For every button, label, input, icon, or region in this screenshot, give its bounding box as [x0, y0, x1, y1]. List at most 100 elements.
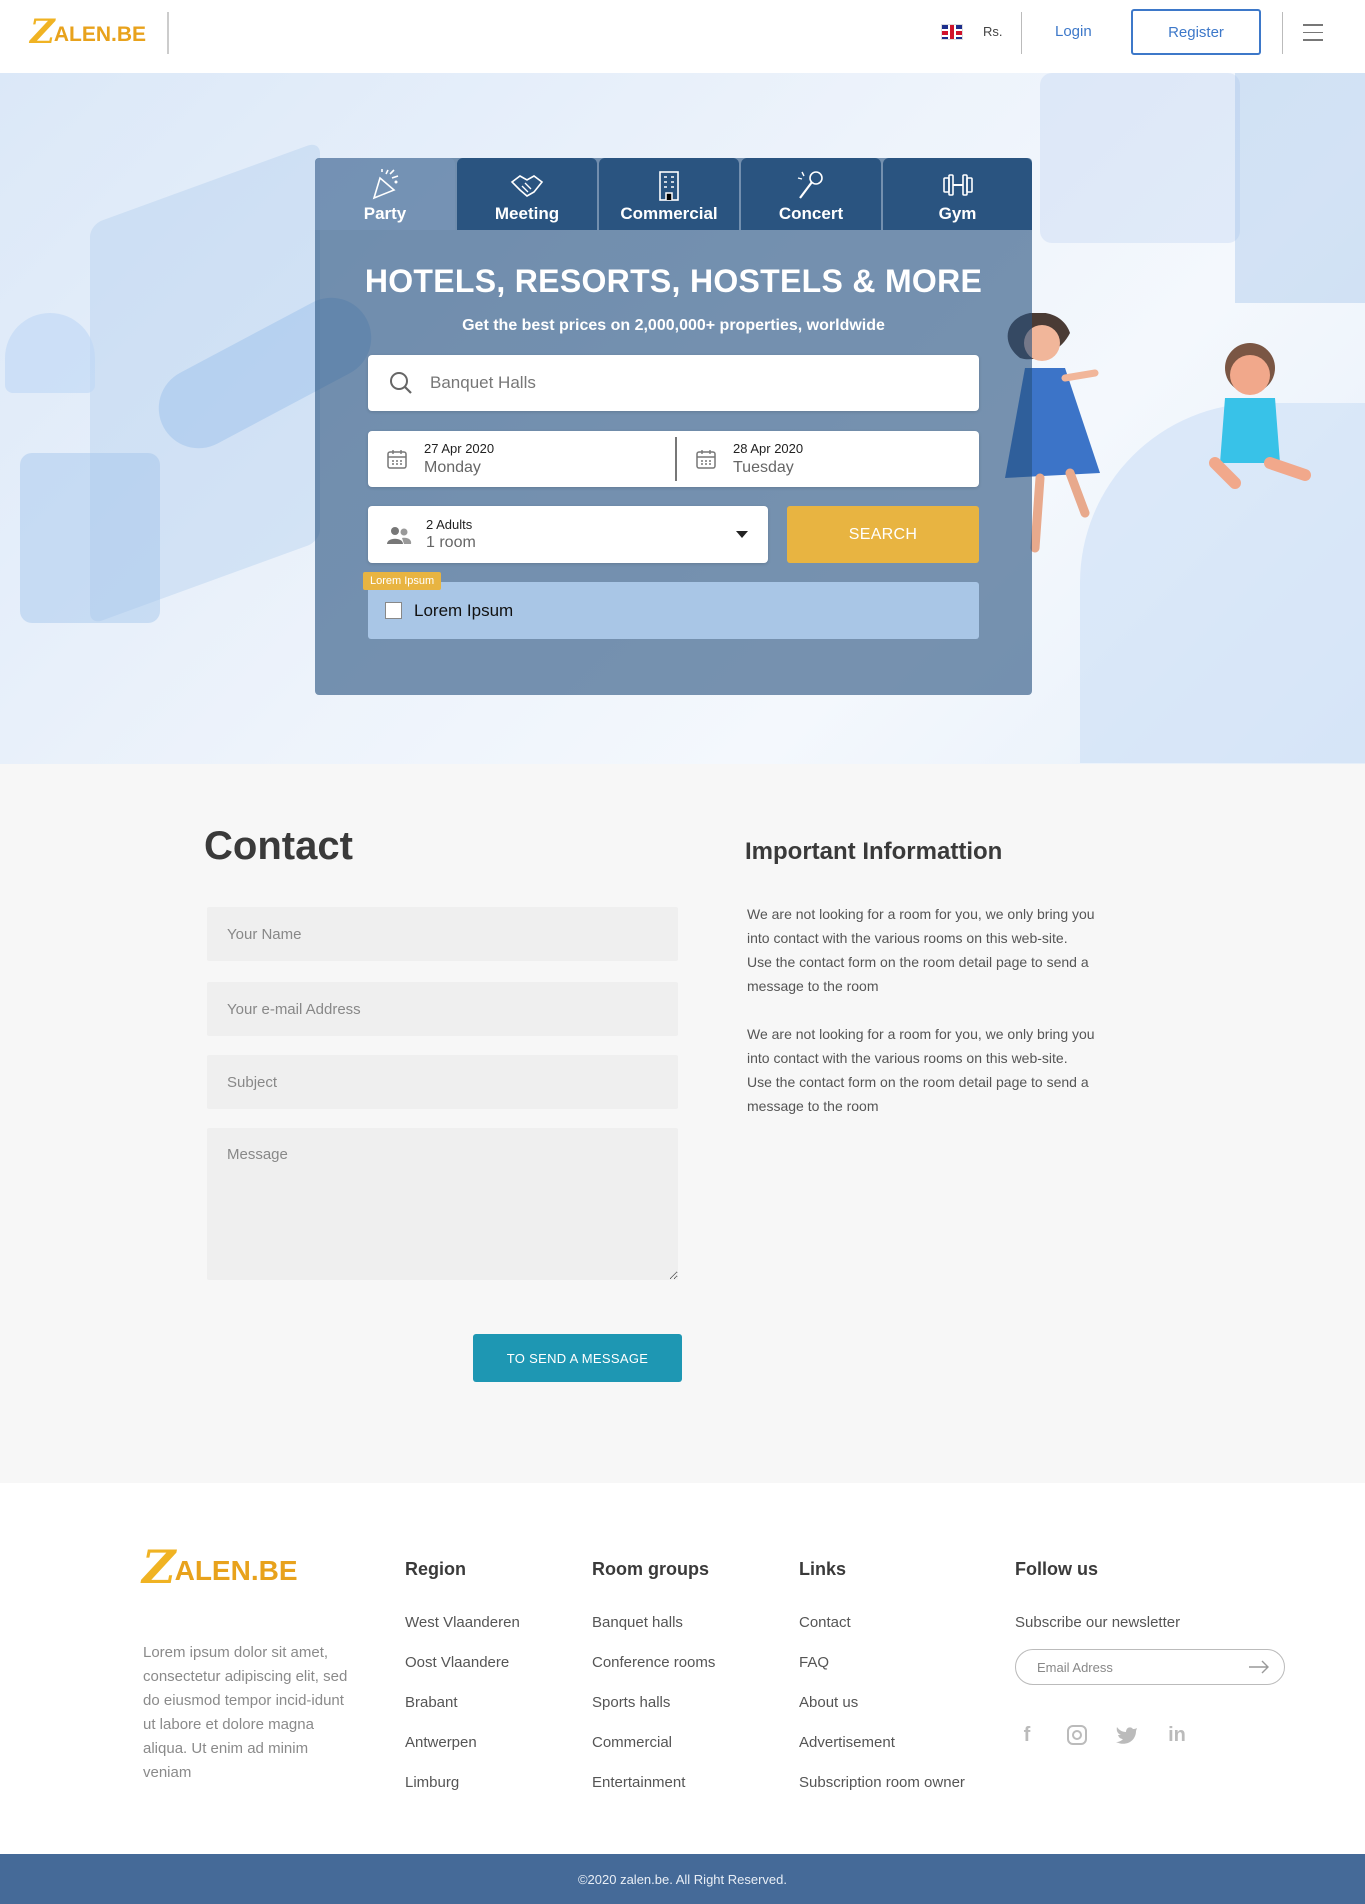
- search-field[interactable]: [368, 355, 979, 411]
- hero-subtitle: Get the best prices on 2,000,000+ proper…: [462, 317, 885, 334]
- contact-title: Contact: [204, 824, 353, 868]
- dumbbell-icon: [942, 174, 973, 196]
- handshake-icon: [510, 175, 544, 197]
- footer-link[interactable]: Limburg: [405, 1774, 520, 1794]
- party-popper-icon: [372, 169, 399, 200]
- facebook-icon[interactable]: f: [1015, 1723, 1039, 1747]
- uk-flag-icon[interactable]: [941, 24, 963, 40]
- footer-column-title: Links: [799, 1559, 847, 1579]
- checkout-date[interactable]: 28 Apr 2020 Tuesday: [675, 437, 979, 481]
- lamp-illustration: [5, 313, 95, 393]
- tab-meeting[interactable]: Meeting: [457, 158, 597, 230]
- logo-text: ALEN.BE: [174, 1555, 298, 1586]
- search-button[interactable]: SEARCH: [787, 506, 979, 563]
- name-field[interactable]: [207, 907, 678, 961]
- tab-label: Commercial: [620, 204, 718, 223]
- newsletter-form: [1015, 1649, 1285, 1685]
- register-button[interactable]: Register: [1131, 9, 1261, 55]
- footer-link[interactable]: Conference rooms: [592, 1654, 715, 1674]
- tab-gym[interactable]: Gym: [883, 158, 1032, 230]
- checkin-day: Monday: [424, 459, 481, 476]
- linkedin-icon[interactable]: in: [1165, 1723, 1189, 1747]
- footer-link[interactable]: Brabant: [405, 1694, 520, 1714]
- logo-text: ALEN.BE: [53, 23, 147, 46]
- footer-link[interactable]: Banquet halls: [592, 1614, 715, 1634]
- building-icon: [659, 171, 679, 201]
- checkout-date-value: 28 Apr 2020: [733, 441, 804, 456]
- tab-label: Gym: [938, 204, 977, 223]
- guests-dropdown[interactable]: 2 Adults 1 room: [368, 506, 768, 563]
- send-message-button[interactable]: TO SEND A MESSAGE: [473, 1334, 682, 1382]
- arrow-right-icon[interactable]: [1248, 1660, 1270, 1674]
- nightstand-illustration: [20, 453, 160, 623]
- divider: [1021, 12, 1022, 54]
- message-field[interactable]: [207, 1128, 678, 1280]
- footer-link[interactable]: FAQ: [799, 1654, 965, 1674]
- newsletter-label: Subscribe our newsletter: [1015, 1614, 1181, 1631]
- footer-links-column: Links Contact FAQ About us Advertisement…: [799, 1559, 965, 1814]
- divider: [1282, 12, 1283, 54]
- footer-link[interactable]: West Vlaanderen: [405, 1614, 520, 1634]
- footer-link[interactable]: Subscription room owner: [799, 1774, 965, 1794]
- info-title: Important Informattion: [745, 838, 1003, 865]
- footer-link[interactable]: Entertainment: [592, 1774, 715, 1794]
- social-links: f in: [1015, 1723, 1285, 1747]
- instagram-icon[interactable]: [1065, 1723, 1089, 1747]
- footer-link[interactable]: Contact: [799, 1614, 965, 1634]
- tab-concert[interactable]: Concert: [741, 158, 881, 230]
- date-range-field: 27 Apr 2020 Monday 28 Apr 2020 Tuesday: [368, 431, 979, 487]
- checkout-day: Tuesday: [733, 459, 794, 476]
- logo[interactable]: Z ALEN.BE: [30, 12, 147, 52]
- footer-link[interactable]: Commercial: [592, 1734, 715, 1754]
- footer-column-title: Room groups: [592, 1559, 709, 1579]
- info-body: We are not looking for a room for you, w…: [747, 902, 1117, 1142]
- door-illustration: [1235, 73, 1365, 303]
- footer-region-column: Region West Vlaanderen Oost Vlaandere Br…: [405, 1559, 520, 1814]
- info-paragraph: We are not looking for a room for you, w…: [747, 1026, 1095, 1066]
- email-field[interactable]: [207, 982, 678, 1036]
- checkin-date-value: 27 Apr 2020: [424, 441, 495, 456]
- chevron-down-icon: [736, 531, 748, 538]
- info-paragraph: Use the contact form on the room detail …: [747, 1074, 1089, 1114]
- login-link[interactable]: Login: [1055, 23, 1092, 40]
- checkbox-label: Lorem Ipsum: [414, 600, 514, 620]
- footer-logo[interactable]: Z ALEN.BE: [142, 1540, 298, 1594]
- footer-link[interactable]: Sports halls: [592, 1694, 715, 1714]
- calendar-icon: [387, 450, 407, 469]
- checkbox[interactable]: [385, 602, 402, 619]
- currency-selector[interactable]: Rs.: [983, 24, 1003, 39]
- people-icon: [387, 526, 412, 544]
- baby-illustration: [1209, 343, 1311, 489]
- option-checkbox-row[interactable]: Lorem Ipsum: [368, 582, 979, 639]
- hero-title: HOTELS, RESORTS, HOSTELS & MORE: [364, 263, 983, 299]
- tab-commercial[interactable]: Commercial: [599, 158, 739, 230]
- option-tag-badge: Lorem Ipsum: [363, 572, 442, 590]
- adults-count: 2 Adults: [426, 517, 473, 532]
- subject-field[interactable]: [207, 1055, 678, 1109]
- footer-link[interactable]: About us: [799, 1694, 965, 1714]
- footer-link[interactable]: Advertisement: [799, 1734, 965, 1754]
- footer-column-title: Region: [405, 1559, 466, 1579]
- logo-mark: Z: [142, 1540, 176, 1594]
- footer-link[interactable]: Oost Vlaandere: [405, 1654, 520, 1674]
- calendar-icon: [696, 450, 716, 469]
- contact-section: Contact TO SEND A MESSAGE Important Info…: [0, 764, 1365, 1483]
- divider: [167, 12, 169, 54]
- site-header: Z ALEN.BE Rs. Login Register: [0, 0, 1365, 73]
- copyright-bar: ©2020 zalen.be. All Right Reserved.: [0, 1854, 1365, 1904]
- newsletter-email-input[interactable]: [1037, 1659, 1237, 1675]
- search-icon: [390, 372, 412, 394]
- hamburger-menu-icon[interactable]: [1303, 24, 1323, 41]
- twitter-icon[interactable]: [1115, 1723, 1139, 1747]
- footer-room-groups-column: Room groups Banquet halls Conference roo…: [592, 1559, 715, 1814]
- logo-mark: Z: [30, 12, 55, 52]
- tab-party[interactable]: Party: [315, 158, 455, 230]
- rooms-count: 1 room: [426, 534, 476, 551]
- tab-label: Meeting: [494, 204, 560, 223]
- info-paragraph: Use the contact form on the room detail …: [747, 954, 1089, 994]
- footer-about-text: Lorem ipsum dolor sit amet, consectetur …: [143, 1644, 348, 1781]
- tab-label: Concert: [778, 204, 844, 223]
- footer-link[interactable]: Antwerpen: [405, 1734, 520, 1754]
- search-input[interactable]: [430, 373, 930, 393]
- checkin-date[interactable]: 27 Apr 2020 Monday: [368, 431, 675, 487]
